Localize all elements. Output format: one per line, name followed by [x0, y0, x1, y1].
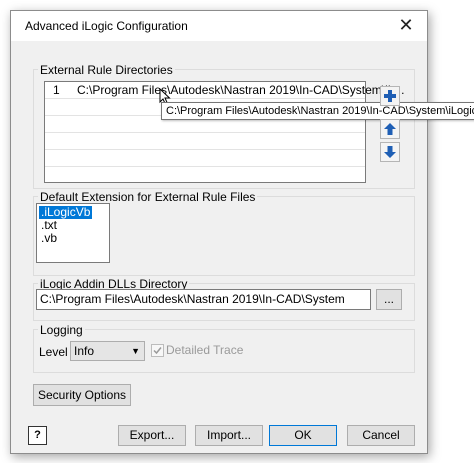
external-rule-directories-label: External Rule Directories — [38, 63, 175, 77]
default-extension-label: Default Extension for External Rule File… — [38, 190, 258, 204]
list-item[interactable]: .vb — [39, 232, 59, 245]
row-number: 1 — [53, 83, 60, 97]
table-row — [45, 133, 365, 150]
level-label: Level — [39, 345, 68, 359]
arrow-up-icon — [384, 123, 396, 135]
plus-icon — [384, 90, 396, 102]
level-select[interactable]: Info ▼ — [70, 341, 145, 361]
rule-directories-list[interactable]: 1 C:\Program Files\Autodesk\Nastran 2019… — [44, 81, 404, 183]
addin-directory-field[interactable]: C:\Program Files\Autodesk\Nastran 2019\I… — [36, 289, 371, 310]
move-up-button[interactable] — [380, 119, 400, 139]
level-value: Info — [74, 344, 95, 358]
help-icon[interactable]: ? — [28, 426, 47, 445]
arrow-down-icon — [384, 146, 396, 158]
cancel-button[interactable]: Cancel — [347, 425, 415, 446]
table-row — [45, 150, 365, 167]
logging-label: Logging — [38, 323, 85, 337]
checkmark-icon — [153, 347, 162, 355]
browse-button[interactable]: ... — [376, 289, 402, 310]
chevron-down-icon: ▼ — [131, 346, 140, 356]
security-options-button[interactable]: Security Options — [33, 384, 131, 406]
export-button[interactable]: Export... — [118, 425, 186, 446]
add-directory-button[interactable] — [380, 86, 400, 106]
detailed-trace-label: Detailed Trace — [166, 343, 244, 357]
move-down-button[interactable] — [380, 142, 400, 162]
detailed-trace-checkbox[interactable] — [151, 344, 164, 357]
close-icon[interactable]: ✕ — [395, 14, 417, 36]
title-bar[interactable]: Advanced iLogic Configuration ✕ — [11, 11, 427, 41]
table-row[interactable]: 1 C:\Program Files\Autodesk\Nastran 2019… — [45, 82, 404, 99]
extension-listbox[interactable]: .iLogicVb .txt .vb — [36, 203, 110, 263]
import-button[interactable]: Import... — [195, 425, 263, 446]
window-title: Advanced iLogic Configuration — [25, 19, 188, 33]
ok-button[interactable]: OK — [269, 425, 337, 446]
path-tooltip: C:\Program Files\Autodesk\Nastran 2019\I… — [161, 102, 474, 120]
advanced-ilogic-configuration-dialog: Advanced iLogic Configuration ✕ External… — [10, 10, 474, 454]
row-path: C:\Program Files\Autodesk\Nastran 2019\I… — [77, 83, 405, 97]
